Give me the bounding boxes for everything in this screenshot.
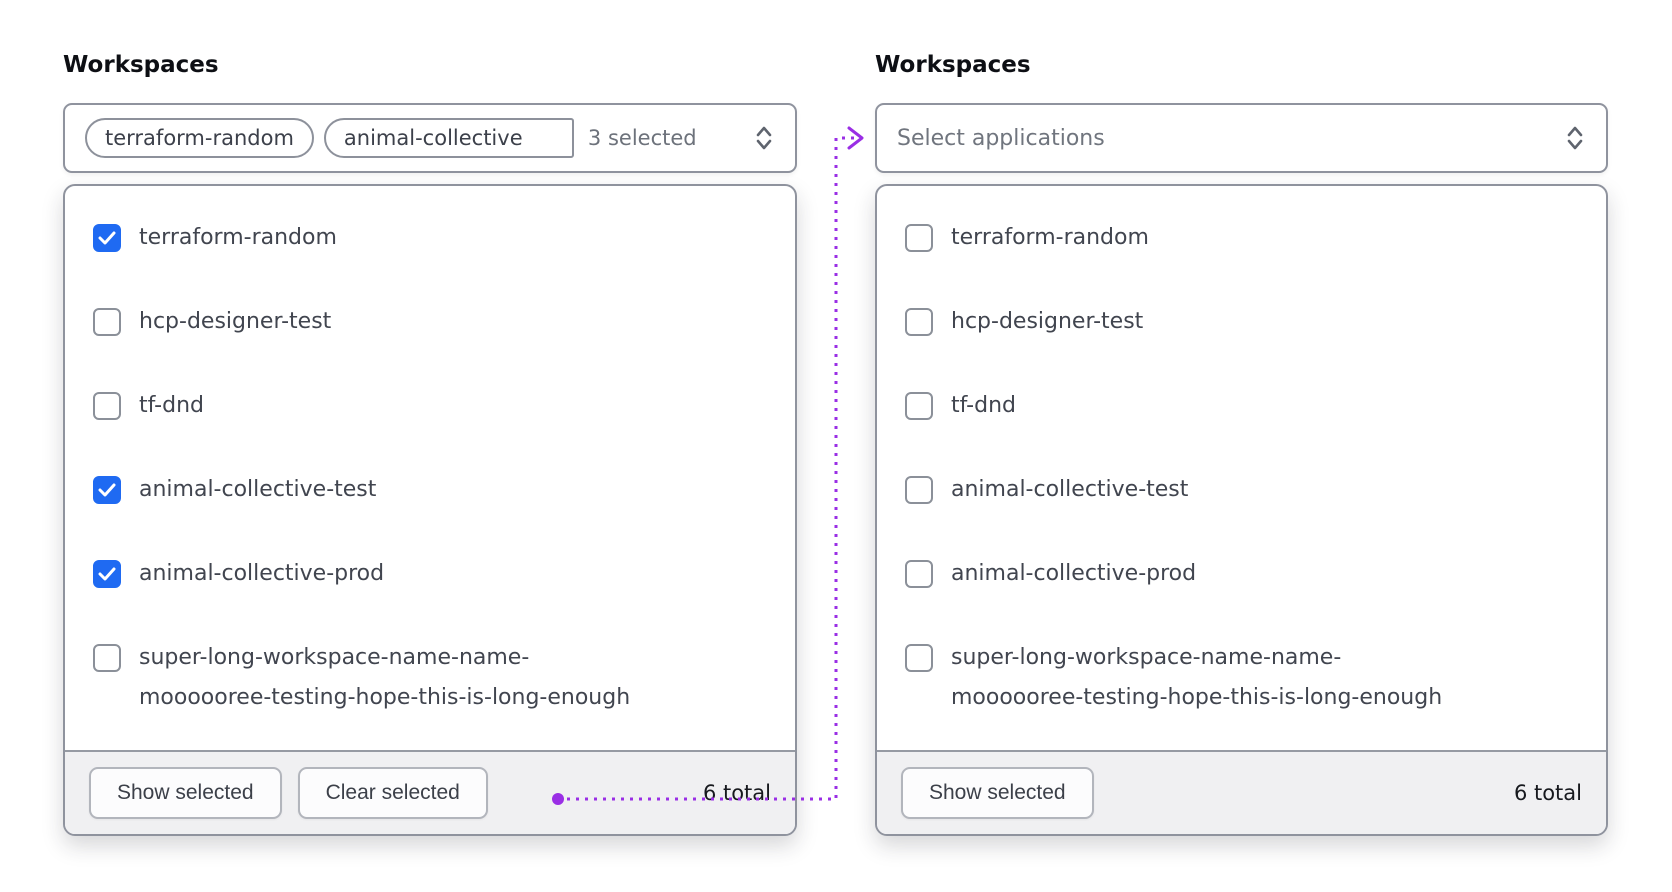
option-label: animal-collective-test [951,477,1189,502]
workspaces-select-trigger-right[interactable]: Select applications [875,103,1608,173]
total-count-text: 6 total [1513,781,1582,805]
listbox-option[interactable]: tf-dnd [65,364,795,448]
option-checkbox[interactable] [93,476,121,504]
option-label: tf-dnd [139,393,204,418]
option-label: tf-dnd [951,393,1016,418]
option-list: terraform-random hcp-designer-test tf-dn… [877,186,1606,750]
workspaces-multiselect-left: Workspaces terraform-random animal-colle… [63,52,797,836]
option-label: terraform-random [951,225,1149,250]
select-placeholder: Select applications [897,125,1105,151]
show-selected-button[interactable]: Show selected [901,767,1094,819]
selected-tag-clipped: animal-collective [323,118,574,158]
workspaces-multiselect-right: Workspaces Select applications terraform… [875,52,1608,836]
option-checkbox[interactable] [93,560,121,588]
listbox-option[interactable]: animal-collective-prod [65,532,795,616]
option-label: super-long-workspace-name-name- mooooore… [139,645,631,710]
workspaces-label: Workspaces [63,52,219,78]
option-checkbox[interactable] [905,644,933,672]
check-icon [98,567,116,581]
show-selected-button[interactable]: Show selected [89,767,282,819]
workspaces-listbox-right: terraform-random hcp-designer-test tf-dn… [875,184,1608,836]
listbox-option[interactable]: hcp-designer-test [65,280,795,364]
chevron-up-down-icon [1564,124,1586,152]
option-checkbox[interactable] [905,392,933,420]
clear-selected-button[interactable]: Clear selected [297,767,488,819]
option-label: animal-collective-test [139,477,377,502]
listbox-footer: Show selected Clear selected 6 total [65,750,795,834]
option-label: hcp-designer-test [139,309,332,334]
listbox-footer: Show selected 6 total [877,750,1606,834]
listbox-option[interactable]: animal-collective-test [877,448,1606,532]
listbox-option[interactable]: super-long-workspace-name-name- mooooore… [65,616,795,740]
option-checkbox[interactable] [93,224,121,252]
listbox-option[interactable]: tf-dnd [877,364,1606,448]
selected-tag: terraform-random [85,118,314,158]
option-list: terraform-random hcp-designer-test tf-dn… [65,186,795,750]
listbox-option[interactable]: animal-collective-test [65,448,795,532]
chevron-up-down-icon [753,124,775,152]
workspaces-select-trigger-left[interactable]: terraform-random animal-collective 3 sel… [63,103,797,173]
option-label: hcp-designer-test [951,309,1144,334]
option-checkbox[interactable] [905,560,933,588]
option-label: super-long-workspace-name-name- mooooore… [951,645,1443,710]
option-label: animal-collective-prod [139,561,385,586]
connector-arrowhead [847,126,864,150]
listbox-option[interactable]: animal-collective-prod [877,532,1606,616]
listbox-option[interactable]: hcp-designer-test [877,280,1606,364]
option-checkbox[interactable] [905,308,933,336]
option-label: animal-collective-prod [951,561,1197,586]
option-checkbox[interactable] [905,476,933,504]
listbox-option[interactable]: super-long-workspace-name-name- mooooore… [877,616,1606,740]
workspaces-label: Workspaces [875,52,1031,78]
listbox-option[interactable]: terraform-random [65,196,795,280]
option-label: terraform-random [139,225,337,250]
selected-count-text: 3 selected [587,126,697,150]
option-checkbox[interactable] [905,224,933,252]
option-checkbox[interactable] [93,392,121,420]
listbox-option[interactable]: terraform-random [877,196,1606,280]
total-count-text: 6 total [702,781,771,805]
workspaces-listbox-left: terraform-random hcp-designer-test tf-dn… [63,184,797,836]
check-icon [98,483,116,497]
option-checkbox[interactable] [93,644,121,672]
check-icon [98,231,116,245]
option-checkbox[interactable] [93,308,121,336]
